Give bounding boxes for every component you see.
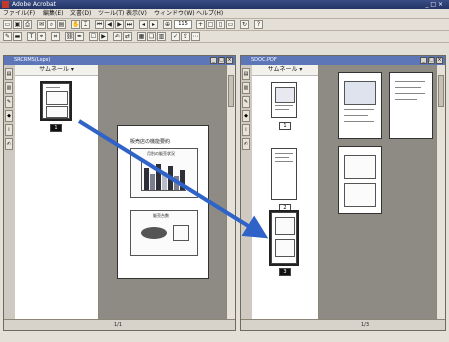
acrobat-window: Adobe Acrobat _ □ × ファイル(F) 編集(E) 文書(D) … [0,0,449,342]
arrow-icon [77,119,269,239]
